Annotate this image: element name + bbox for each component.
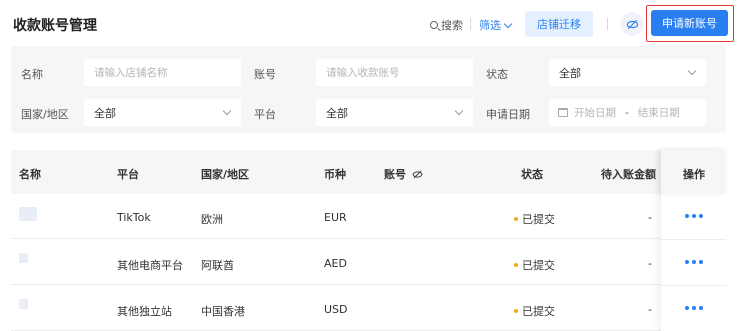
col-pending-amount: 待入账金额 — [601, 168, 656, 181]
divider — [661, 239, 726, 240]
country-filter-label: 国家/地区 — [21, 108, 69, 121]
store-name-input[interactable]: 请输入店铺名称 — [84, 59, 241, 86]
more-dots-icon — [685, 214, 689, 218]
store-logo — [19, 253, 28, 263]
page-title: 收款账号管理 — [13, 18, 97, 34]
cell-country: 中国香港 — [201, 305, 245, 318]
status-badge: 已提交 — [514, 257, 555, 273]
date-filter-label: 申请日期 — [486, 108, 530, 121]
apply-highlight-box: 申请新账号 — [646, 5, 734, 42]
ops-column-header: 操作 — [661, 150, 726, 194]
date-end-input[interactable]: 结束日期 — [638, 105, 680, 120]
cell-currency: USD — [324, 303, 348, 316]
status-select[interactable]: 全部 — [549, 59, 706, 86]
cell-platform: 其他电商平台 — [117, 259, 183, 272]
status-dot — [514, 309, 518, 313]
cell-currency: EUR — [324, 211, 347, 224]
cell-pending-amount: - — [648, 303, 652, 316]
cell-pending-amount: - — [648, 211, 652, 224]
filter-toggle[interactable]: 筛选 — [479, 17, 513, 33]
table-row: 其他电商平台 阿联酋 AED 已提交 - — [11, 240, 726, 285]
cell-platform: 其他独立站 — [117, 305, 172, 318]
status-dot — [514, 263, 518, 267]
apply-new-account-button[interactable]: 申请新账号 — [651, 10, 728, 36]
status-text: 已提交 — [522, 259, 555, 272]
chevron-down-icon — [503, 19, 513, 28]
date-start-input[interactable]: 开始日期 — [574, 105, 616, 120]
col-status: 状态 — [521, 168, 543, 181]
more-actions-button[interactable] — [685, 214, 703, 218]
divider — [661, 285, 726, 286]
status-badge: 已提交 — [514, 211, 555, 227]
status-dot — [514, 217, 518, 221]
hide-sensitive-button[interactable] — [620, 12, 644, 36]
account-filter-label: 账号 — [254, 68, 276, 81]
col-platform: 平台 — [117, 168, 139, 181]
more-dots-icon — [685, 260, 689, 264]
page-header: 收款账号管理 搜索 筛选 店铺迁移 申请新账号 — [0, 0, 739, 46]
store-migrate-button[interactable]: 店铺迁移 — [525, 11, 593, 37]
chevron-down-icon — [222, 106, 232, 116]
cell-country: 阿联酋 — [201, 259, 234, 272]
col-name: 名称 — [19, 168, 41, 181]
cell-country: 欧洲 — [201, 213, 223, 226]
status-select-value: 全部 — [559, 66, 581, 80]
more-dots-icon — [685, 306, 689, 310]
col-country: 国家/地区 — [201, 168, 250, 181]
filter-label: 筛选 — [479, 19, 501, 32]
cell-platform: TikTok — [117, 211, 151, 224]
date-separator: - — [625, 106, 629, 119]
platform-select-value: 全部 — [326, 106, 348, 120]
cell-pending-amount: - — [648, 257, 652, 270]
search-toggle[interactable]: 搜索 — [430, 17, 463, 33]
col-ops: 操作 — [683, 168, 705, 181]
date-range-picker[interactable]: 开始日期 - 结束日期 — [549, 99, 706, 126]
chevron-down-icon — [687, 66, 697, 76]
status-text: 已提交 — [522, 213, 555, 226]
divider — [607, 18, 608, 30]
table-header: 名称 平台 国家/地区 币种 账号 状态 待入账金额 — [11, 150, 726, 194]
table-row: TikTok 欧洲 EUR 已提交 - — [11, 194, 726, 239]
col-account-label: 账号 — [384, 168, 406, 181]
country-select-value: 全部 — [94, 106, 116, 120]
search-icon — [430, 21, 438, 29]
store-logo — [19, 299, 28, 309]
store-logo — [19, 207, 37, 221]
calendar-icon — [558, 108, 568, 117]
status-text: 已提交 — [522, 305, 555, 318]
chevron-down-icon — [454, 106, 464, 116]
status-badge: 已提交 — [514, 303, 555, 319]
table-row: 其他独立站 中国香港 USD 已提交 - — [11, 286, 726, 331]
name-filter-label: 名称 — [21, 68, 43, 81]
cell-currency: AED — [324, 257, 347, 270]
status-filter-label: 状态 — [486, 68, 508, 81]
platform-filter-label: 平台 — [254, 108, 276, 121]
country-select[interactable]: 全部 — [84, 99, 241, 126]
account-management-page: 收款账号管理 搜索 筛选 店铺迁移 申请新账号 名称 请输入店铺名称 账号 请输… — [0, 0, 739, 331]
filter-panel: 名称 请输入店铺名称 账号 请输入收款账号 状态 全部 国家/地区 全部 平台 … — [11, 46, 726, 133]
more-actions-button[interactable] — [685, 306, 703, 310]
divider — [470, 18, 471, 30]
search-label: 搜索 — [441, 19, 463, 32]
col-account: 账号 — [384, 166, 423, 182]
eye-off-icon — [626, 19, 638, 29]
platform-select[interactable]: 全部 — [316, 99, 473, 126]
account-input[interactable]: 请输入收款账号 — [316, 59, 473, 86]
more-actions-button[interactable] — [685, 260, 703, 264]
eye-off-icon[interactable] — [412, 169, 423, 180]
col-currency: 币种 — [324, 168, 346, 181]
